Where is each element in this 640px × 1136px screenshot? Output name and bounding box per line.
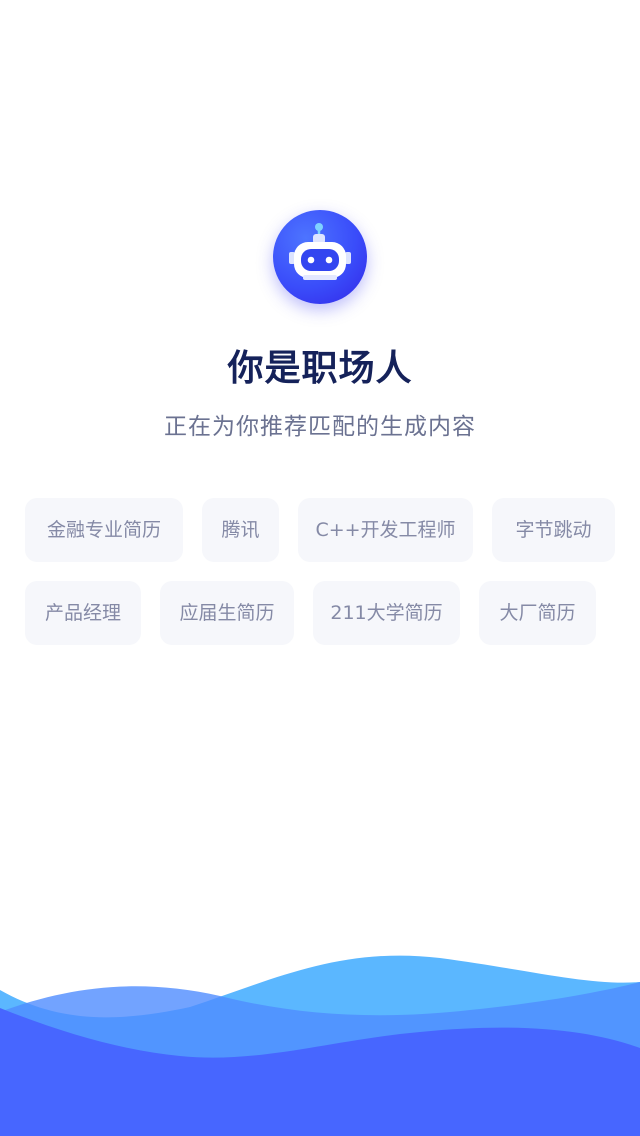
tag-bytedance[interactable]: 字节跳动 <box>492 498 615 562</box>
tag-211-university-resume[interactable]: 211大学简历 <box>313 581 460 645</box>
tag-cpp-engineer[interactable]: C++开发工程师 <box>298 498 473 562</box>
page-title: 你是职场人 <box>227 348 413 389</box>
tag-big-company-resume[interactable]: 大厂简历 <box>479 581 596 645</box>
robot-icon <box>289 223 351 280</box>
tag-finance-resume[interactable]: 金融专业简历 <box>25 498 183 562</box>
tag-tencent[interactable]: 腾讯 <box>202 498 279 562</box>
tag-graduate-resume[interactable]: 应届生简历 <box>160 581 294 645</box>
wave-decoration <box>0 955 640 1136</box>
tag-product-manager[interactable]: 产品经理 <box>25 581 141 645</box>
assistant-avatar <box>273 210 367 304</box>
page-subtitle: 正在为你推荐匹配的生成内容 <box>164 414 476 440</box>
